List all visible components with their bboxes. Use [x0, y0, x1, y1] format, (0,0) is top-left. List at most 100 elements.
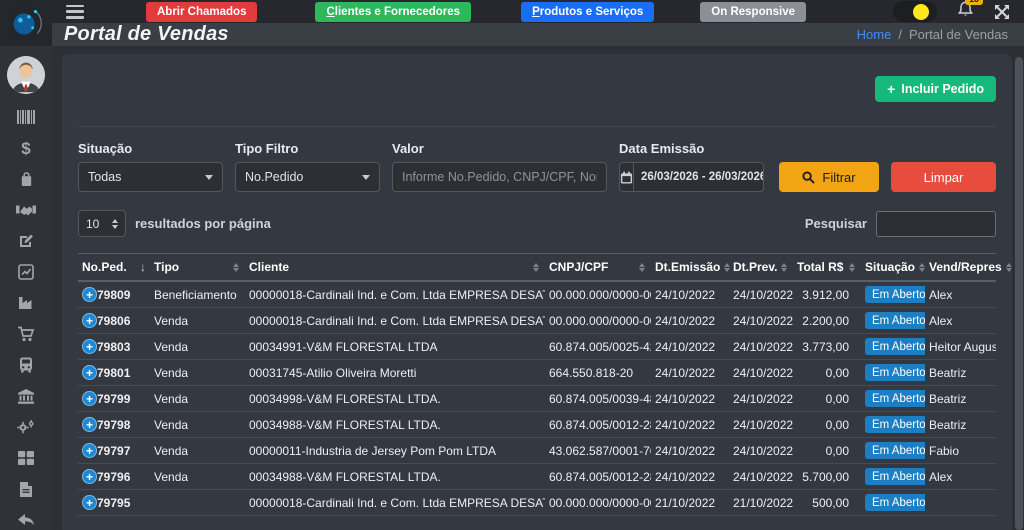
- plus-icon: +: [887, 82, 895, 96]
- page-scrollbar[interactable]: [1015, 57, 1023, 530]
- tipo-filtro-label: Tipo Filtro: [235, 141, 380, 156]
- toggle-knob: [913, 4, 929, 20]
- table-row[interactable]: +79806 Venda 00000018-Cardinali Ind. e C…: [78, 308, 996, 334]
- column-header-situa-o[interactable]: Situação: [861, 254, 925, 282]
- data-emissao-input[interactable]: 26/03/2026 - 26/03/2026: [619, 162, 764, 192]
- table-header-row: No.Ped.↓TipoClienteCNPJ/CPFDt.EmissãoDt.…: [78, 254, 996, 282]
- sidebar-menu: $: [13, 108, 39, 529]
- sort-both-icon: [233, 263, 239, 272]
- sidebar-item-industria[interactable]: [13, 294, 39, 312]
- expand-row-icon[interactable]: +: [82, 287, 97, 302]
- valor-input[interactable]: [392, 162, 607, 192]
- top-navbar: Abrir Chamados Clientes e Fornecedores P…: [52, 0, 1024, 23]
- spinner-icon: [112, 219, 118, 229]
- avatar-image: [7, 56, 45, 94]
- calendar-icon: [620, 171, 633, 184]
- sort-both-icon: [781, 263, 787, 272]
- sidebar-item-negocios[interactable]: [13, 201, 39, 219]
- pesquisar-input[interactable]: [876, 211, 996, 237]
- pesquisar-label: Pesquisar: [805, 216, 867, 231]
- table-row[interactable]: +79809 Beneficiamento 00000018-Cardinali…: [78, 281, 996, 308]
- sidebar-item-pedidos[interactable]: [13, 232, 39, 250]
- sidebar-item-relatorios[interactable]: [13, 263, 39, 281]
- expand-row-icon[interactable]: +: [82, 469, 97, 484]
- menu-toggle-icon[interactable]: [66, 5, 84, 19]
- expand-row-icon[interactable]: +: [82, 495, 97, 510]
- column-header-cliente[interactable]: Cliente: [245, 254, 545, 282]
- filtrar-button[interactable]: Filtrar: [779, 162, 879, 192]
- sidebar-item-tabelas[interactable]: [13, 449, 39, 467]
- breadcrumb: Home / Portal de Vendas: [857, 27, 1008, 42]
- fullscreen-button[interactable]: [994, 4, 1010, 20]
- dollar-icon: $: [21, 140, 30, 157]
- limpar-button[interactable]: Limpar: [891, 162, 996, 192]
- content-area: + Incluir Pedido Situação Todas Tipo: [52, 46, 1024, 530]
- reply-icon: [18, 514, 34, 527]
- column-header-dt-prev-[interactable]: Dt.Prev.: [729, 254, 793, 282]
- sidebar-item-voltar[interactable]: [13, 511, 39, 529]
- app-window: $: [0, 0, 1024, 530]
- situacao-select[interactable]: Todas: [78, 162, 223, 192]
- theme-toggle[interactable]: [893, 1, 937, 22]
- column-header-no-ped-[interactable]: No.Ped.↓: [78, 254, 150, 282]
- sidebar-item-transporte[interactable]: [13, 356, 39, 374]
- per-page-label: resultados por página: [135, 216, 271, 231]
- abrir-chamados-button[interactable]: Abrir Chamados: [146, 2, 257, 22]
- tipo-filtro-select[interactable]: No.Pedido: [235, 162, 380, 192]
- expand-row-icon[interactable]: +: [82, 391, 97, 406]
- table-row[interactable]: +79801 Venda 00031745-Atilio Oliveira Mo…: [78, 360, 996, 386]
- sort-desc-icon: ↓: [140, 260, 146, 274]
- chart-line-icon: [18, 264, 34, 280]
- sidebar-item-configuracoes[interactable]: [13, 418, 39, 436]
- grid-icon: [18, 451, 34, 465]
- chevron-down-icon: [205, 175, 213, 180]
- bank-icon: [18, 389, 34, 404]
- sidebar-item-fiscal[interactable]: [13, 387, 39, 405]
- table-row[interactable]: +79799 Venda 00034998-V&M FLORESTAL LTDA…: [78, 386, 996, 412]
- status-badge: Em Aberto: [865, 364, 925, 381]
- breadcrumb-home-link[interactable]: Home: [857, 27, 892, 42]
- column-header-dt-emiss-o[interactable]: Dt.Emissão: [651, 254, 729, 282]
- status-badge: Em Aberto: [865, 286, 925, 303]
- incluir-pedido-button[interactable]: + Incluir Pedido: [875, 76, 996, 102]
- sidebar-item-compras[interactable]: [13, 170, 39, 188]
- breadcrumb-current: Portal de Vendas: [909, 27, 1008, 42]
- column-header-total-r-[interactable]: Total R$: [793, 254, 861, 282]
- panel-toolbar: + Incluir Pedido: [78, 54, 996, 126]
- column-header-tipo[interactable]: Tipo: [150, 254, 245, 282]
- page-header: Portal de Vendas Home / Portal de Vendas: [52, 23, 1024, 46]
- sidebar-item-documentos[interactable]: [13, 480, 39, 498]
- expand-row-icon[interactable]: +: [82, 313, 97, 328]
- expand-row-icon[interactable]: +: [82, 443, 97, 458]
- notifications-button[interactable]: 13: [957, 0, 974, 23]
- on-responsive-button[interactable]: On Responsive: [700, 2, 806, 22]
- bus-icon: [19, 357, 33, 373]
- page-title: Portal de Vendas: [64, 23, 229, 46]
- clientes-fornecedores-button[interactable]: Clientes e Fornecedores: [315, 2, 471, 22]
- chevron-down-icon: [362, 175, 370, 180]
- table-row[interactable]: +79797 Venda 00000011-Industria de Jerse…: [78, 438, 996, 464]
- table-row[interactable]: +79795 00000018-Cardinali Ind. e Com. Lt…: [78, 490, 996, 516]
- table-row[interactable]: +79796 Venda 00034988-V&M FLORESTAL LTDA…: [78, 464, 996, 490]
- search-icon: [802, 171, 815, 184]
- expand-row-icon[interactable]: +: [82, 417, 97, 432]
- sidebar-item-vendas[interactable]: [13, 325, 39, 343]
- app-logo[interactable]: [0, 0, 52, 46]
- table-row[interactable]: +79803 Venda 00034991-V&M FLORESTAL LTDA…: [78, 334, 996, 360]
- user-avatar[interactable]: [7, 56, 45, 94]
- column-header-vend-repres[interactable]: Vend/Repres: [925, 254, 996, 282]
- valor-label: Valor: [392, 141, 607, 156]
- document-icon: [20, 482, 32, 497]
- page-size-select[interactable]: 10: [78, 210, 126, 237]
- sidebar-item-financeiro[interactable]: $: [13, 139, 39, 157]
- barcode-icon: [17, 110, 35, 124]
- list-controls: 10 resultados por página Pesquisar: [78, 210, 996, 237]
- table-row[interactable]: +79798 Venda 00034988-V&M FLORESTAL LTDA…: [78, 412, 996, 438]
- situacao-label: Situação: [78, 141, 223, 156]
- shopping-bag-icon: [19, 171, 34, 187]
- produtos-servicos-button[interactable]: Produtos e Serviços: [521, 2, 654, 22]
- expand-row-icon[interactable]: +: [82, 365, 97, 380]
- column-header-cnpj-cpf[interactable]: CNPJ/CPF: [545, 254, 651, 282]
- sidebar-item-barcode[interactable]: [13, 108, 39, 126]
- expand-row-icon[interactable]: +: [82, 339, 97, 354]
